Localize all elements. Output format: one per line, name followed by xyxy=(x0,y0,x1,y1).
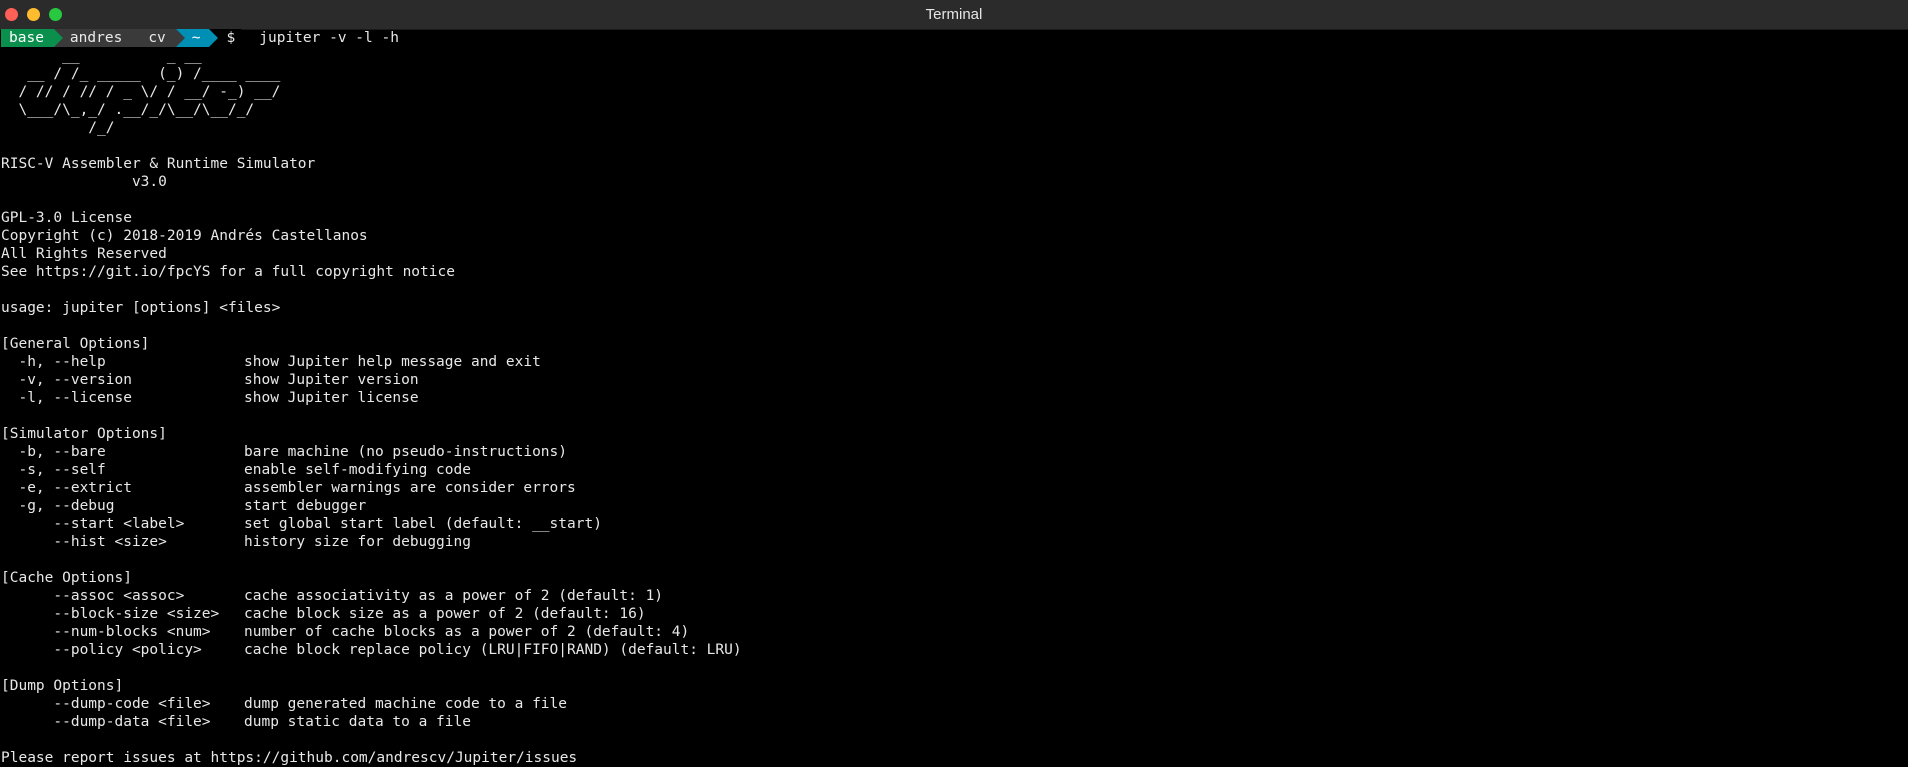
option-row: -v, --version show Jupiter version xyxy=(1,371,1908,389)
option-flag: --assoc <assoc> xyxy=(1,588,185,604)
banner-art-line: \___/\_,_/ .__/_/\__/\__/_/ xyxy=(1,102,255,118)
prompt-user-segment: andres xyxy=(53,29,142,47)
footer-line: Please report issues at https://github.c… xyxy=(1,750,578,766)
terminal-output[interactable]: base andres cv ~ $ jupiter -v -l -h __ _… xyxy=(1,29,1908,767)
option-description: show Jupiter license xyxy=(244,390,419,406)
option-flag: -s, --self xyxy=(1,462,106,478)
banner-art-line: __ _ __ xyxy=(1,48,202,64)
option-row: --dump-data <file> dump static data to a … xyxy=(1,713,1908,731)
option-description: cache associativity as a power of 2 (def… xyxy=(244,588,664,604)
usage-line: usage: jupiter [options] <files> xyxy=(1,300,281,316)
notice-line: See https://git.io/fpcYS for a full copy… xyxy=(1,264,455,280)
option-flag: --dump-code <file> xyxy=(1,696,211,712)
option-description: set global start label (default: __start… xyxy=(244,516,602,532)
license-line: GPL-3.0 License xyxy=(1,210,132,226)
banner-art-line: /_/ xyxy=(1,120,115,136)
terminal-window: Terminal base andres cv ~ $ jupiter -v -… xyxy=(0,0,1908,767)
option-row: --assoc <assoc> cache associativity as a … xyxy=(1,587,1908,605)
option-flag: -b, --bare xyxy=(1,444,106,460)
option-flag: --start <label> xyxy=(1,516,185,532)
option-row: -h, --help show Jupiter help message and … xyxy=(1,353,1908,371)
section-header: [Cache Options] xyxy=(1,570,132,586)
title-bar[interactable]: Terminal xyxy=(0,0,1908,30)
option-description: number of cache blocks as a power of 2 (… xyxy=(244,624,690,640)
option-flag: --dump-data <file> xyxy=(1,714,211,730)
option-description: dump generated machine code to a file xyxy=(244,696,568,712)
option-flag: -g, --debug xyxy=(1,498,115,514)
app-name: RISC-V Assembler & Runtime Simulator xyxy=(1,156,316,172)
option-row: -s, --self enable self-modifying code xyxy=(1,461,1908,479)
option-row: --block-size <size> cache block size as a… xyxy=(1,605,1908,623)
option-row: -g, --debug start debugger xyxy=(1,497,1908,515)
option-description: show Jupiter version xyxy=(244,372,419,388)
option-row: -l, --license show Jupiter license xyxy=(1,389,1908,407)
option-description: start debugger xyxy=(244,498,367,514)
prompt-command: jupiter -v -l -h xyxy=(259,30,399,46)
option-row: --num-blocks <num> number of cache blocks… xyxy=(1,623,1908,641)
option-description: cache block size as a power of 2 (defaul… xyxy=(244,606,646,622)
option-description: history size for debugging xyxy=(244,534,471,550)
copyright-line: Copyright (c) 2018-2019 Andrés Castellan… xyxy=(1,228,368,244)
option-flag: --hist <size> xyxy=(1,534,167,550)
section-header: [General Options] xyxy=(1,336,150,352)
option-flag: --policy <policy> xyxy=(1,642,202,658)
option-row: -e, --extrict assembler warnings are cons… xyxy=(1,479,1908,497)
option-row: --policy <policy> cache block replace pol… xyxy=(1,641,1908,659)
option-description: enable self-modifying code xyxy=(244,462,471,478)
option-flag: -e, --extrict xyxy=(1,480,132,496)
option-flag: -h, --help xyxy=(1,354,106,370)
option-description: assembler warnings are consider errors xyxy=(244,480,576,496)
rights-line: All Rights Reserved xyxy=(1,246,167,262)
app-version: v3.0 xyxy=(1,174,167,190)
banner-art-line: __ / /_ _____ (_) /____ ____ xyxy=(1,66,281,82)
window-title: Terminal xyxy=(925,6,983,23)
prompt-env-segment: base xyxy=(1,29,63,47)
option-row: --hist <size> history size for debugging xyxy=(1,533,1908,551)
option-description: cache block replace policy (LRU|FIFO|RAN… xyxy=(244,642,742,658)
section-header: [Dump Options] xyxy=(1,678,124,694)
option-description: dump static data to a file xyxy=(244,714,471,730)
option-flag: -l, --license xyxy=(1,390,132,406)
option-row: --dump-code <file> dump generated machine… xyxy=(1,695,1908,713)
section-header: [Simulator Options] xyxy=(1,426,167,442)
option-description: bare machine (no pseudo-instructions) xyxy=(244,444,568,460)
option-row: --start <label> set global start label (d… xyxy=(1,515,1908,533)
option-flag: --num-blocks <num> xyxy=(1,624,211,640)
option-description: show Jupiter help message and exit xyxy=(244,354,541,370)
shell-prompt: base andres cv ~ $ jupiter -v -l -h xyxy=(1,29,1908,47)
option-flag: -v, --version xyxy=(1,372,132,388)
banner-art-line: / // / // / _ \/ / __/ -_) __/ xyxy=(1,84,281,100)
option-row: -b, --bare bare machine (no pseudo-instru… xyxy=(1,443,1908,461)
option-flag: --block-size <size> xyxy=(1,606,220,622)
